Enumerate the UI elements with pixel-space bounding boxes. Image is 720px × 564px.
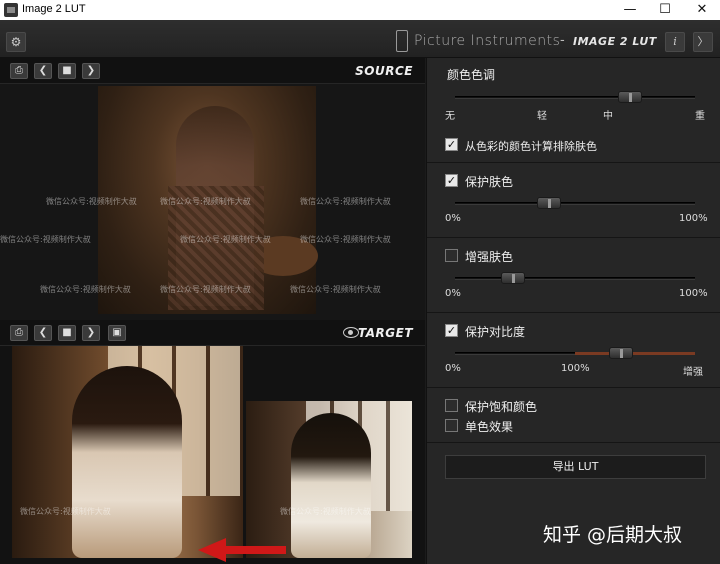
protect-skin-checkbox[interactable]: ✓	[445, 174, 458, 187]
export-lut-button[interactable]: 导出 LUT	[445, 455, 706, 479]
protect-contrast-min: 0%	[445, 363, 461, 374]
tick-none: 无	[445, 111, 455, 122]
target-history-icon[interactable]: ⎙	[10, 325, 28, 341]
target-toolbar: ⎙ ❮ ■ ❯ ▣ TARGET	[0, 320, 425, 346]
protect-contrast-checkbox[interactable]: ✓	[445, 324, 458, 337]
protect-skin-slider-thumb[interactable]	[536, 197, 561, 209]
protect-skin-section: ✓ 保护肤色 0% 100%	[427, 163, 720, 238]
source-title: SOURCE	[355, 64, 413, 78]
protect-contrast-slider[interactable]	[455, 347, 695, 359]
protect-contrast-fill	[575, 352, 695, 355]
source-toolbar: ⎙ ❮ ■ ❯ SOURCE	[0, 58, 425, 84]
target-image-person	[72, 366, 182, 558]
target-open-folder-icon[interactable]: ■	[58, 325, 76, 341]
watermark: 微信公众号:视频制作大叔	[290, 285, 381, 294]
enhance-skin-min: 0%	[445, 288, 461, 299]
color-tone-label: 颜色色调	[447, 68, 496, 82]
monochrome-label: 单色效果	[465, 420, 514, 434]
watermark: 微信公众号:视频制作大叔	[46, 197, 137, 206]
watermark: 微信公众号:视频制作大叔	[20, 507, 111, 516]
watermark: 微信公众号:视频制作大叔	[0, 235, 91, 244]
target-preview-person	[291, 413, 371, 558]
protect-skin-max: 100%	[679, 213, 708, 224]
target-prev-button[interactable]: ❮	[34, 325, 52, 341]
misc-options-section: ✓ 保护饱和颜色 ✓ 单色效果	[427, 388, 720, 443]
watermark: 微信公众号:视频制作大叔	[160, 197, 251, 206]
source-image-area: 微信公众号:视频制作大叔 微信公众号:视频制作大叔 微信公众号:视频制作大叔 微…	[0, 84, 425, 320]
protect-saturation-label: 保护饱和颜色	[465, 400, 538, 414]
exclude-skin-label: 从色彩的颜色计算排除肤色	[465, 140, 597, 153]
info-button[interactable]: i	[665, 32, 685, 52]
target-image-area: 微信公众号:视频制作大叔 微信公众号:视频制作大叔	[0, 346, 425, 564]
target-title: TARGET	[357, 326, 413, 340]
collapse-panel-button[interactable]: 〉	[693, 32, 713, 52]
product-name: IMAGE 2 LUT	[573, 35, 657, 48]
window-titlebar: Image 2 LUT — ☐ ✕	[0, 0, 720, 20]
brand-name: Picture Instruments	[414, 33, 561, 49]
app-icon	[4, 3, 18, 17]
protect-skin-slider[interactable]	[455, 197, 695, 209]
maximize-button[interactable]: ☐	[647, 0, 683, 20]
protect-contrast-label: 保护对比度	[465, 325, 526, 339]
red-arrow-annotation	[198, 538, 288, 562]
protect-contrast-max: 增强	[683, 367, 703, 378]
protect-contrast-slider-thumb[interactable]	[608, 347, 633, 359]
watermark: 微信公众号:视频制作大叔	[40, 285, 131, 294]
target-image	[12, 346, 243, 558]
protect-skin-min: 0%	[445, 213, 461, 224]
window-title: Image 2 LUT	[22, 3, 86, 15]
source-next-button[interactable]: ❯	[82, 63, 100, 79]
enhance-skin-section: ✓ 增强肤色 0% 100%	[427, 238, 720, 313]
color-tone-section: 颜色色调 无 轻 中 重 ✓ 从色彩的颜色计算排除肤色	[427, 58, 720, 163]
red-arrow-shaft	[224, 546, 286, 554]
target-save-icon[interactable]: ▣	[108, 325, 126, 341]
tick-light: 轻	[537, 111, 547, 122]
settings-panel: 颜色色调 无 轻 中 重 ✓ 从色彩的颜色计算排除肤色 ✓ 保护肤色 0% 10…	[426, 58, 720, 564]
protect-skin-label: 保护肤色	[465, 175, 514, 189]
tick-heavy: 重	[695, 111, 705, 122]
protect-contrast-mid: 100%	[561, 363, 590, 374]
watermark: 微信公众号:视频制作大叔	[160, 285, 251, 294]
minimize-button[interactable]: —	[612, 0, 648, 20]
watermark: 微信公众号:视频制作大叔	[300, 235, 391, 244]
protect-saturation-checkbox[interactable]: ✓	[445, 399, 458, 412]
target-next-button[interactable]: ❯	[82, 325, 100, 341]
red-arrow-head	[198, 538, 226, 562]
tick-medium: 中	[603, 111, 613, 122]
source-prev-button[interactable]: ❮	[34, 63, 52, 79]
zhihu-credit-overlay: 知乎 @后期大叔	[543, 524, 683, 546]
protect-contrast-section: ✓ 保护对比度 0% 100% 增强	[427, 313, 720, 388]
picture-instruments-logo-icon	[396, 30, 408, 52]
enhance-skin-checkbox[interactable]: ✓	[445, 249, 458, 262]
enhance-skin-slider[interactable]	[455, 272, 695, 284]
watermark: 微信公众号:视频制作大叔	[280, 507, 371, 516]
source-history-icon[interactable]: ⎙	[10, 63, 28, 79]
eye-icon[interactable]	[343, 327, 359, 338]
enhance-skin-slider-thumb[interactable]	[500, 272, 525, 284]
exclude-skin-checkbox[interactable]: ✓	[445, 138, 458, 151]
enhance-skin-label: 增强肤色	[465, 250, 514, 264]
target-preview-image	[246, 401, 412, 558]
image-panel: ⎙ ❮ ■ ❯ SOURCE 微信公众号:视频制作大叔 微信公众号:视频制作大叔…	[0, 58, 425, 564]
monochrome-checkbox[interactable]: ✓	[445, 419, 458, 432]
app-header: ⚙ Picture Instruments - IMAGE 2 LUT i 〉	[0, 20, 720, 58]
brand-dash: -	[560, 33, 565, 48]
watermark: 微信公众号:视频制作大叔	[180, 235, 271, 244]
settings-gear-icon[interactable]: ⚙	[6, 32, 26, 52]
color-tone-slider[interactable]	[455, 91, 695, 103]
close-button[interactable]: ✕	[684, 0, 720, 20]
color-tone-slider-thumb[interactable]	[618, 91, 643, 103]
enhance-skin-max: 100%	[679, 288, 708, 299]
source-open-folder-icon[interactable]: ■	[58, 63, 76, 79]
watermark: 微信公众号:视频制作大叔	[300, 197, 391, 206]
